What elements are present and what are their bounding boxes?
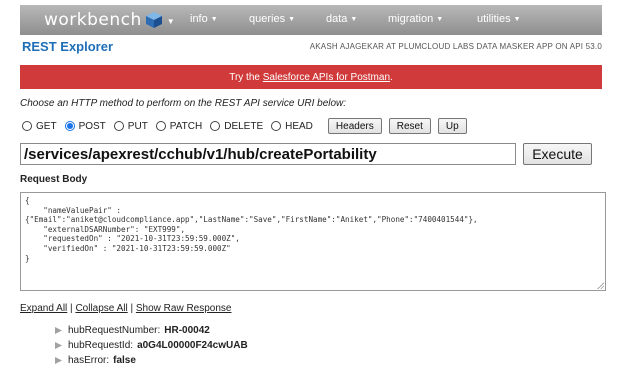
response-tree: hubRequestNumber: HR-00042 hubRequestId:… [55, 323, 248, 368]
radio-patch[interactable] [155, 121, 166, 131]
tree-bullet-icon [55, 342, 62, 349]
method-put[interactable]: PUT [113, 120, 148, 132]
menu-utilities[interactable]: utilities ▼ [477, 13, 521, 25]
http-method-selector: GET POST PUT PATCH DELETE HEAD Headers R… [22, 118, 467, 134]
result-row: hasError: false [55, 353, 248, 368]
chevron-down-icon: ▼ [288, 15, 296, 23]
response-view-links: Expand All | Collapse All | Show Raw Res… [20, 303, 231, 314]
postman-banner: Try the Salesforce APIs for Postman. [20, 65, 602, 89]
method-delete-label: DELETE [224, 120, 264, 132]
menu-info[interactable]: info ▼ [190, 13, 218, 25]
postman-link[interactable]: Salesforce APIs for Postman [263, 72, 390, 83]
link-separator: | [130, 303, 134, 314]
result-value: false [113, 355, 136, 366]
top-navbar: workbench ▼ info ▼ queries ▼ data ▼ migr… [20, 5, 602, 35]
user-org-info: AKASH AJAGEKAR AT PLUMCLOUD LABS DATA MA… [309, 42, 602, 51]
result-row: hubRequestNumber: HR-00042 [55, 323, 248, 338]
execute-button[interactable]: Execute [523, 143, 592, 165]
result-row: hubRequestId: a0G4L00000F24cwUAB [55, 338, 248, 353]
link-separator: | [70, 303, 73, 314]
result-key: hubRequestNumber: [68, 325, 161, 336]
reset-button[interactable]: Reset [388, 118, 431, 134]
logo-dropdown-icon: ▼ [166, 16, 175, 26]
menu-info-label: info [190, 13, 208, 25]
result-value: a0G4L00000F24cwUAB [137, 340, 248, 351]
menu-data-label: data [326, 13, 348, 25]
cube-icon [145, 12, 162, 28]
result-key: hasError: [68, 355, 110, 366]
method-get[interactable]: GET [22, 121, 57, 132]
radio-head[interactable] [271, 121, 282, 131]
radio-put[interactable] [113, 121, 124, 131]
chevron-down-icon: ▼ [350, 15, 358, 23]
menu-queries-label: queries [249, 13, 286, 25]
request-body-text: { "nameValuePair" : {"Email":"aniket@clo… [25, 196, 478, 263]
collapse-all-link[interactable]: Collapse All [75, 303, 127, 314]
menu-migration[interactable]: migration ▼ [388, 13, 443, 25]
method-post[interactable]: POST [64, 120, 106, 132]
method-head[interactable]: HEAD [271, 121, 313, 132]
radio-get[interactable] [22, 121, 32, 131]
radio-delete[interactable] [210, 121, 221, 131]
menu-queries[interactable]: queries ▼ [249, 13, 295, 25]
method-put-label: PUT [127, 120, 148, 132]
method-instruction: Choose an HTTP method to perform on the … [20, 98, 347, 109]
method-get-label: GET [36, 120, 57, 132]
method-head-label: HEAD [285, 120, 313, 132]
request-body-textarea[interactable]: { "nameValuePair" : {"Email":"aniket@clo… [20, 192, 606, 291]
method-patch-label: PATCH [169, 120, 203, 132]
tree-bullet-icon [55, 327, 62, 334]
method-delete[interactable]: DELETE [210, 121, 263, 132]
result-value: HR-00042 [164, 325, 210, 336]
chevron-down-icon: ▼ [513, 15, 521, 23]
logo-text: workbench [44, 10, 142, 30]
up-button[interactable]: Up [437, 118, 467, 134]
expand-all-link[interactable]: Expand All [20, 303, 67, 314]
page-title: REST Explorer [22, 39, 114, 54]
request-body-label: Request Body [20, 174, 88, 185]
menu-utilities-label: utilities [477, 13, 511, 25]
menu-data[interactable]: data ▼ [326, 13, 357, 25]
banner-suffix: . [390, 71, 393, 83]
headers-button[interactable]: Headers [327, 118, 382, 134]
result-key: hubRequestId: [68, 340, 134, 351]
method-patch[interactable]: PATCH [155, 120, 203, 132]
page-header: REST Explorer AKASH AJAGEKAR AT PLUMCLOU… [20, 39, 602, 57]
chevron-down-icon: ▼ [210, 15, 218, 23]
workbench-logo[interactable]: workbench ▼ [44, 10, 175, 30]
method-post-label: POST [78, 120, 106, 132]
uri-input[interactable]: /services/apexrest/cchub/v1/hub/createPo… [20, 143, 516, 165]
chevron-down-icon: ▼ [436, 15, 444, 23]
resize-handle-icon[interactable] [597, 282, 604, 289]
menu-migration-label: migration [388, 13, 434, 25]
radio-post[interactable] [64, 121, 75, 131]
show-raw-response-link[interactable]: Show Raw Response [136, 303, 232, 314]
banner-prefix: Try the [229, 71, 260, 83]
tree-bullet-icon [55, 357, 62, 364]
